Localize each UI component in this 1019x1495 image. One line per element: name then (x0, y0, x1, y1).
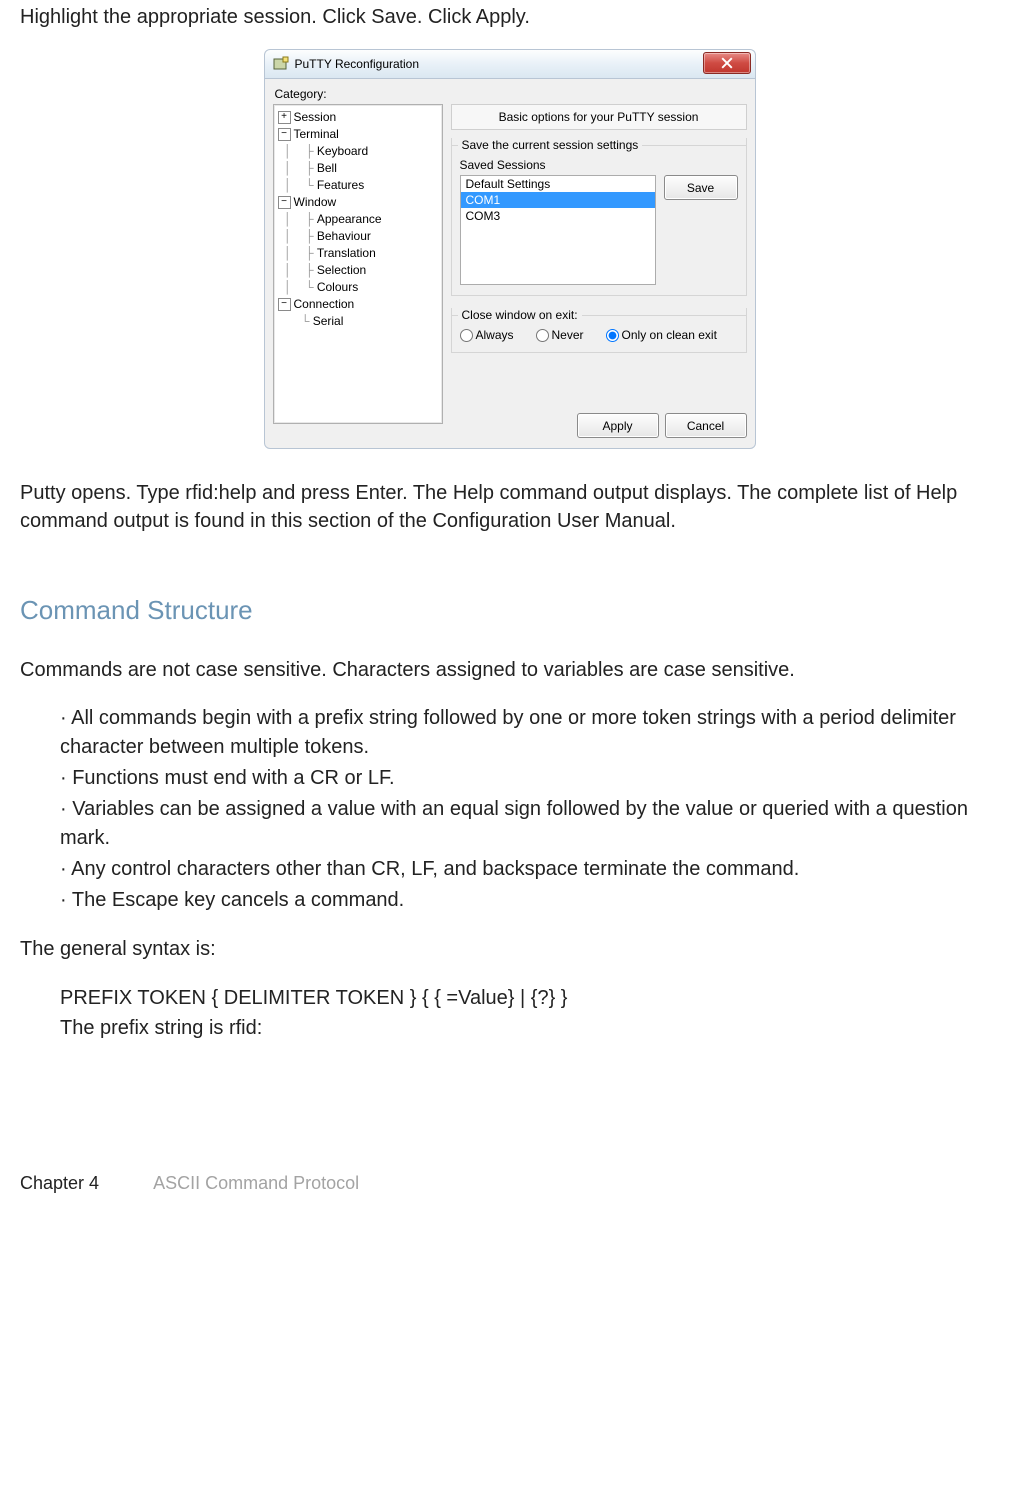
bullet-list: · All commands begin with a prefix strin… (60, 704, 999, 915)
tree-item-behaviour[interactable]: │ ├ Behaviour (278, 228, 438, 245)
close-group-title: Close window on exit: (458, 308, 582, 322)
tree-item-terminal[interactable]: −Terminal (278, 126, 438, 143)
tree-item-appearance[interactable]: │ ├ Appearance (278, 211, 438, 228)
dialog-body: Category: +Session −Terminal │ ├ Keyboar… (264, 78, 756, 449)
cs-intro: Commands are not case sensitive. Charact… (20, 656, 999, 684)
syntax-line: PREFIX TOKEN { DELIMITER TOKEN } { { =Va… (60, 983, 999, 1013)
tree-item-keyboard[interactable]: │ ├ Keyboard (278, 143, 438, 160)
syntax-block: PREFIX TOKEN { DELIMITER TOKEN } { { =Va… (60, 983, 999, 1043)
cancel-button[interactable]: Cancel (665, 413, 747, 438)
panel-title: Basic options for your PuTTY session (451, 104, 747, 130)
saved-sessions-label: Saved Sessions (460, 158, 738, 172)
tree-item-window[interactable]: −Window (278, 194, 438, 211)
list-item[interactable]: COM3 (461, 208, 655, 224)
close-on-exit-group: Close window on exit: Always Never Only … (451, 308, 747, 353)
bullet-item: · Variables can be assigned a value with… (60, 795, 999, 853)
tree-item-bell[interactable]: │ ├ Bell (278, 160, 438, 177)
syntax-intro: The general syntax is: (20, 935, 999, 963)
tree-item-serial[interactable]: └ Serial (278, 313, 438, 330)
putty-window: PuTTY Reconfiguration Category: +Session… (264, 49, 756, 449)
bullet-item: · Any control characters other than CR, … (60, 855, 999, 884)
bullet-item: · Functions must end with a CR or LF. (60, 764, 999, 793)
footer-section: ASCII Command Protocol (153, 1173, 359, 1193)
app-icon (273, 56, 289, 72)
save-session-group: Save the current session settings Saved … (451, 138, 747, 296)
tree-item-colours[interactable]: │ └ Colours (278, 279, 438, 296)
section-heading: Command Structure (20, 595, 999, 626)
tree-item-selection[interactable]: │ ├ Selection (278, 262, 438, 279)
intro-text: Highlight the appropriate session. Click… (20, 4, 999, 31)
footer-chapter: Chapter 4 (20, 1173, 99, 1194)
right-panel: Basic options for your PuTTY session Sav… (451, 104, 747, 438)
list-item[interactable]: Default Settings (461, 176, 655, 192)
apply-button[interactable]: Apply (577, 413, 659, 438)
post-image-text: Putty opens. Type rfid:help and press En… (20, 479, 999, 535)
saved-sessions-list[interactable]: Default Settings COM1 COM3 (460, 175, 656, 285)
category-tree[interactable]: +Session −Terminal │ ├ Keyboard │ ├ Bell… (273, 104, 443, 424)
tree-item-translation[interactable]: │ ├ Translation (278, 245, 438, 262)
bullet-item: · All commands begin with a prefix strin… (60, 704, 999, 762)
bullet-item: · The Escape key cancels a command. (60, 886, 999, 915)
tree-item-session[interactable]: +Session (278, 109, 438, 126)
close-icon (721, 57, 733, 69)
save-button[interactable]: Save (664, 175, 738, 200)
radio-clean-exit[interactable]: Only on clean exit (606, 328, 717, 342)
page-footer: Chapter 4 ASCII Command Protocol (20, 1173, 999, 1194)
titlebar: PuTTY Reconfiguration (264, 49, 756, 78)
tree-item-features[interactable]: │ └ Features (278, 177, 438, 194)
list-item[interactable]: COM1 (461, 192, 655, 208)
save-group-title: Save the current session settings (458, 138, 643, 152)
radio-always[interactable]: Always (460, 328, 514, 342)
putty-screenshot: PuTTY Reconfiguration Category: +Session… (20, 49, 999, 449)
prefix-line: The prefix string is rfid: (60, 1013, 999, 1043)
radio-never[interactable]: Never (536, 328, 584, 342)
tree-item-connection[interactable]: −Connection (278, 296, 438, 313)
window-title: PuTTY Reconfiguration (295, 57, 420, 71)
category-label: Category: (275, 87, 747, 101)
close-button[interactable] (703, 52, 751, 74)
